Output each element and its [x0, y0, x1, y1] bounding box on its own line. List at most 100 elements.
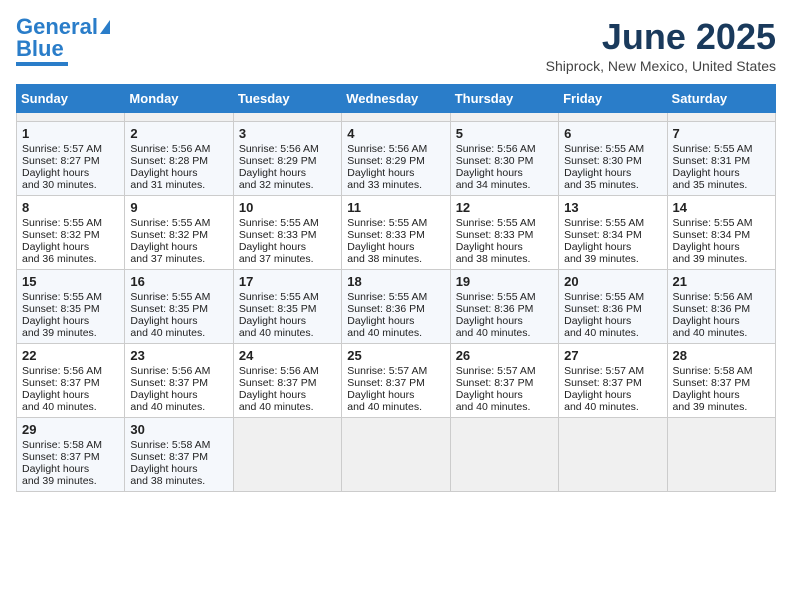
daylight-label: Daylight hours	[347, 389, 444, 401]
table-row	[342, 113, 450, 122]
sunrise-text: Sunrise: 5:55 AM	[456, 217, 553, 229]
sunset-text: Sunset: 8:37 PM	[347, 377, 444, 389]
day-number: 27	[564, 348, 661, 363]
sunset-text: Sunset: 8:36 PM	[673, 303, 770, 315]
sunset-text: Sunset: 8:32 PM	[130, 229, 227, 241]
sunset-text: Sunset: 8:37 PM	[673, 377, 770, 389]
daylight-label: Daylight hours	[239, 241, 336, 253]
daylight-label: Daylight hours	[130, 315, 227, 327]
daylight-label: Daylight hours	[347, 167, 444, 179]
table-row	[667, 113, 775, 122]
calendar-row: 1Sunrise: 5:57 AMSunset: 8:27 PMDaylight…	[17, 122, 776, 196]
sunset-text: Sunset: 8:37 PM	[22, 377, 119, 389]
day-number: 17	[239, 274, 336, 289]
calendar-table: Sunday Monday Tuesday Wednesday Thursday…	[16, 84, 776, 492]
table-row: 7Sunrise: 5:55 AMSunset: 8:31 PMDaylight…	[667, 122, 775, 196]
sunset-text: Sunset: 8:36 PM	[564, 303, 661, 315]
daylight-label: Daylight hours	[673, 315, 770, 327]
daylight-value: and 35 minutes.	[673, 179, 770, 191]
logo-underline	[16, 62, 68, 66]
daylight-label: Daylight hours	[22, 167, 119, 179]
day-number: 11	[347, 200, 444, 215]
table-row: 13Sunrise: 5:55 AMSunset: 8:34 PMDayligh…	[559, 196, 667, 270]
table-row: 14Sunrise: 5:55 AMSunset: 8:34 PMDayligh…	[667, 196, 775, 270]
daylight-value: and 40 minutes.	[456, 327, 553, 339]
sunrise-text: Sunrise: 5:55 AM	[673, 143, 770, 155]
sunset-text: Sunset: 8:29 PM	[239, 155, 336, 167]
daylight-label: Daylight hours	[673, 241, 770, 253]
sunset-text: Sunset: 8:34 PM	[564, 229, 661, 241]
sunset-text: Sunset: 8:33 PM	[456, 229, 553, 241]
day-number: 14	[673, 200, 770, 215]
table-row: 9Sunrise: 5:55 AMSunset: 8:32 PMDaylight…	[125, 196, 233, 270]
table-row: 11Sunrise: 5:55 AMSunset: 8:33 PMDayligh…	[342, 196, 450, 270]
daylight-value: and 40 minutes.	[673, 327, 770, 339]
sunset-text: Sunset: 8:36 PM	[456, 303, 553, 315]
daylight-label: Daylight hours	[347, 241, 444, 253]
table-row: 1Sunrise: 5:57 AMSunset: 8:27 PMDaylight…	[17, 122, 125, 196]
sunrise-text: Sunrise: 5:56 AM	[239, 365, 336, 377]
table-row: 16Sunrise: 5:55 AMSunset: 8:35 PMDayligh…	[125, 270, 233, 344]
sunrise-text: Sunrise: 5:56 AM	[22, 365, 119, 377]
sunrise-text: Sunrise: 5:56 AM	[239, 143, 336, 155]
daylight-value: and 38 minutes.	[347, 253, 444, 265]
daylight-value: and 36 minutes.	[22, 253, 119, 265]
sunrise-text: Sunrise: 5:55 AM	[130, 291, 227, 303]
table-row	[667, 418, 775, 492]
col-friday: Friday	[559, 85, 667, 113]
daylight-label: Daylight hours	[239, 389, 336, 401]
sunset-text: Sunset: 8:29 PM	[347, 155, 444, 167]
sunrise-text: Sunrise: 5:55 AM	[564, 143, 661, 155]
sunset-text: Sunset: 8:33 PM	[239, 229, 336, 241]
sunset-text: Sunset: 8:35 PM	[22, 303, 119, 315]
table-row: 18Sunrise: 5:55 AMSunset: 8:36 PMDayligh…	[342, 270, 450, 344]
title-block: June 2025 Shiprock, New Mexico, United S…	[546, 16, 776, 74]
sunset-text: Sunset: 8:37 PM	[130, 451, 227, 463]
sunrise-text: Sunrise: 5:56 AM	[347, 143, 444, 155]
table-row: 5Sunrise: 5:56 AMSunset: 8:30 PMDaylight…	[450, 122, 558, 196]
table-row: 10Sunrise: 5:55 AMSunset: 8:33 PMDayligh…	[233, 196, 341, 270]
daylight-label: Daylight hours	[130, 389, 227, 401]
table-row: 27Sunrise: 5:57 AMSunset: 8:37 PMDayligh…	[559, 344, 667, 418]
daylight-label: Daylight hours	[673, 389, 770, 401]
table-row: 28Sunrise: 5:58 AMSunset: 8:37 PMDayligh…	[667, 344, 775, 418]
day-number: 5	[456, 126, 553, 141]
daylight-label: Daylight hours	[456, 167, 553, 179]
daylight-label: Daylight hours	[564, 389, 661, 401]
table-row: 19Sunrise: 5:55 AMSunset: 8:36 PMDayligh…	[450, 270, 558, 344]
table-row	[233, 113, 341, 122]
daylight-value: and 37 minutes.	[239, 253, 336, 265]
daylight-label: Daylight hours	[456, 389, 553, 401]
page-header: General Blue June 2025 Shiprock, New Mex…	[16, 16, 776, 74]
day-number: 21	[673, 274, 770, 289]
daylight-label: Daylight hours	[564, 167, 661, 179]
sunrise-text: Sunrise: 5:57 AM	[564, 365, 661, 377]
table-row	[342, 418, 450, 492]
daylight-label: Daylight hours	[564, 315, 661, 327]
table-row: 26Sunrise: 5:57 AMSunset: 8:37 PMDayligh…	[450, 344, 558, 418]
daylight-label: Daylight hours	[673, 167, 770, 179]
day-number: 18	[347, 274, 444, 289]
sunrise-text: Sunrise: 5:55 AM	[22, 217, 119, 229]
daylight-value: and 39 minutes.	[673, 253, 770, 265]
sunrise-text: Sunrise: 5:56 AM	[673, 291, 770, 303]
day-number: 16	[130, 274, 227, 289]
sunset-text: Sunset: 8:37 PM	[456, 377, 553, 389]
table-row: 15Sunrise: 5:55 AMSunset: 8:35 PMDayligh…	[17, 270, 125, 344]
calendar-row: 15Sunrise: 5:55 AMSunset: 8:35 PMDayligh…	[17, 270, 776, 344]
daylight-label: Daylight hours	[22, 389, 119, 401]
sunrise-text: Sunrise: 5:58 AM	[130, 439, 227, 451]
sunrise-text: Sunrise: 5:58 AM	[22, 439, 119, 451]
day-number: 25	[347, 348, 444, 363]
table-row: 20Sunrise: 5:55 AMSunset: 8:36 PMDayligh…	[559, 270, 667, 344]
sunset-text: Sunset: 8:30 PM	[456, 155, 553, 167]
day-number: 22	[22, 348, 119, 363]
day-number: 12	[456, 200, 553, 215]
daylight-value: and 38 minutes.	[130, 475, 227, 487]
table-row: 23Sunrise: 5:56 AMSunset: 8:37 PMDayligh…	[125, 344, 233, 418]
daylight-label: Daylight hours	[564, 241, 661, 253]
table-row: 17Sunrise: 5:55 AMSunset: 8:35 PMDayligh…	[233, 270, 341, 344]
sunset-text: Sunset: 8:32 PM	[22, 229, 119, 241]
daylight-value: and 34 minutes.	[456, 179, 553, 191]
daylight-value: and 38 minutes.	[456, 253, 553, 265]
